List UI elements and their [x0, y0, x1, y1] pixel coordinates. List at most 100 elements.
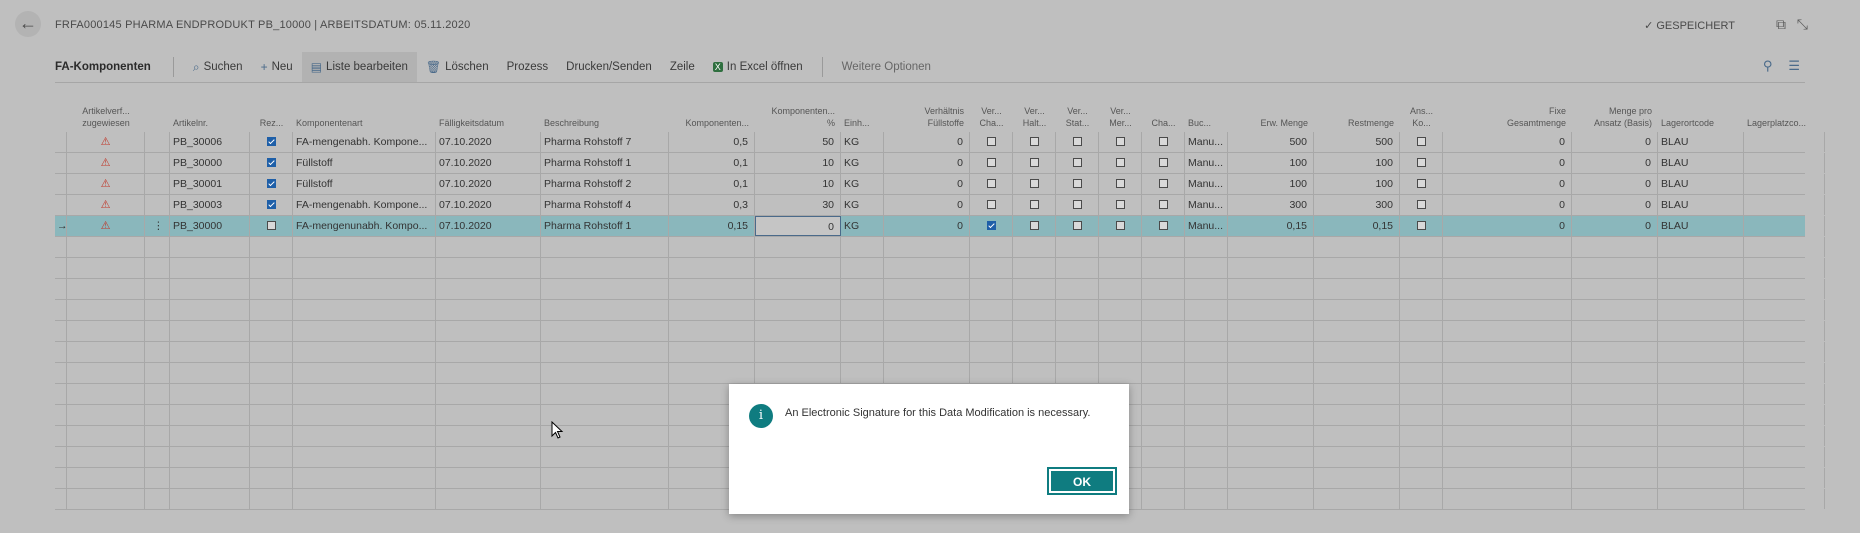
cell-lagerort[interactable]: BLAU [1658, 153, 1744, 173]
cell-faelligkeit[interactable]: 07.10.2020 [436, 132, 541, 152]
checkbox[interactable] [986, 157, 996, 167]
cell-buc[interactable]: Manu... [1185, 132, 1228, 152]
cell-komponenten[interactable]: 0,15 [669, 216, 755, 236]
column-header-komponenten[interactable]: Komponenten... [669, 98, 755, 132]
cell-beschreibung[interactable]: Pharma Rohstoff 1 [541, 153, 669, 173]
back-button[interactable]: ← [15, 11, 41, 37]
table-row[interactable]: ⚠ PB_30003 FA-mengenabh. Kompone... 07.10.2… [55, 195, 1825, 216]
column-header-ans-ko[interactable]: Ans... Ko... [1400, 98, 1443, 132]
cell-menge-pro[interactable]: 0 [1572, 195, 1658, 215]
column-header-einh[interactable]: Einh... [841, 98, 884, 132]
column-header-ver-stat[interactable]: Ver... Stat... [1056, 98, 1099, 132]
cell-ver-halt[interactable] [1013, 174, 1056, 194]
checkbox[interactable] [1158, 199, 1168, 209]
checkbox[interactable] [1029, 178, 1039, 188]
cell-rez[interactable] [250, 195, 293, 215]
cell-artikelnr[interactable]: PB_30003 [170, 195, 250, 215]
empty-row[interactable] [55, 258, 1825, 279]
cell-komponentenart[interactable]: FA-mengenabh. Kompone... [293, 132, 436, 152]
cell-einh[interactable]: KG [841, 195, 884, 215]
checkbox[interactable] [1416, 157, 1426, 167]
empty-row[interactable] [55, 237, 1825, 258]
cell-komp-pct[interactable]: 50 [755, 132, 841, 152]
filter-icon[interactable]: ⚲ [1763, 58, 1773, 73]
cell-erw-menge[interactable]: 100 [1228, 153, 1314, 173]
cell-cha[interactable] [1142, 195, 1185, 215]
checkbox[interactable] [1115, 199, 1125, 209]
cell-komp-pct[interactable]: 10 [755, 153, 841, 173]
cell-ans-ko[interactable] [1400, 216, 1443, 236]
cell-komponenten[interactable]: 0,5 [669, 132, 755, 152]
cell-komponenten[interactable]: 0,1 [669, 153, 755, 173]
column-header-restmenge[interactable]: Restmenge [1314, 98, 1400, 132]
cell-ver-stat[interactable] [1056, 216, 1099, 236]
cell-lagerplatz[interactable] [1744, 195, 1825, 215]
cell-ver-cha[interactable] [970, 174, 1013, 194]
cell-einh[interactable]: KG [841, 216, 884, 236]
cell-restmenge[interactable]: 500 [1314, 132, 1400, 152]
cell-komponentenart[interactable]: FA-mengenabh. Kompone... [293, 195, 436, 215]
cell-ver-halt[interactable] [1013, 216, 1056, 236]
cell-komponentenart[interactable]: Füllstoff [293, 174, 436, 194]
cell-verhaeltnis[interactable]: 0 [884, 216, 970, 236]
cell-buc[interactable]: Manu... [1185, 216, 1228, 236]
column-header-artikelverf[interactable]: Artikelverf... zugewiesen [67, 98, 145, 132]
cell-ver-cha[interactable] [970, 195, 1013, 215]
cell-rez[interactable] [250, 132, 293, 152]
checkbox[interactable] [1416, 199, 1426, 209]
cell-rez[interactable] [250, 216, 293, 236]
cell-restmenge[interactable]: 0,15 [1314, 216, 1400, 236]
table-row[interactable]: ⚠ PB_30000 Füllstoff 07.10.2020 Pharma Rohst… [55, 153, 1825, 174]
cell-lagerplatz[interactable] [1744, 132, 1825, 152]
cell-ver-stat[interactable] [1056, 195, 1099, 215]
empty-row[interactable] [55, 279, 1825, 300]
cell-menu[interactable] [145, 195, 170, 215]
cell-komponentenart[interactable]: FA-mengenunabh. Kompo... [293, 216, 436, 236]
checkbox[interactable] [1158, 136, 1168, 146]
cell-artikelverf[interactable]: ⚠ [67, 195, 145, 215]
edit-list-button[interactable]: ▤ Liste bearbeiten [301, 52, 417, 82]
checkbox[interactable] [1115, 220, 1125, 230]
empty-row[interactable] [55, 321, 1825, 342]
checkbox[interactable] [986, 220, 996, 230]
cell-buc[interactable]: Manu... [1185, 153, 1228, 173]
cell-mark[interactable] [55, 132, 67, 152]
cell-lagerort[interactable]: BLAU [1658, 216, 1744, 236]
table-row[interactable]: ⚠ PB_30001 Füllstoff 07.10.2020 Pharma Rohst… [55, 174, 1825, 195]
cell-ver-stat[interactable] [1056, 132, 1099, 152]
cell-ans-ko[interactable] [1400, 195, 1443, 215]
cell-beschreibung[interactable]: Pharma Rohstoff 7 [541, 132, 669, 152]
checkbox[interactable] [1158, 178, 1168, 188]
column-header-komponentenart[interactable]: Komponentenart [293, 98, 436, 132]
cell-verhaeltnis[interactable]: 0 [884, 153, 970, 173]
cell-lagerplatz[interactable] [1744, 174, 1825, 194]
cell-faelligkeit[interactable]: 07.10.2020 [436, 153, 541, 173]
cell-lagerort[interactable]: BLAU [1658, 132, 1744, 152]
cell-rez[interactable] [250, 153, 293, 173]
table-row[interactable]: → ⚠ ⋮ PB_30000 FA-mengenunabh. Kompo... 07.10… [55, 216, 1825, 237]
cell-fixe[interactable]: 0 [1443, 153, 1572, 173]
cell-komponenten[interactable]: 0,3 [669, 195, 755, 215]
checkbox[interactable] [266, 199, 276, 209]
checkbox[interactable] [1029, 157, 1039, 167]
list-view-icon[interactable]: ☰ [1788, 58, 1800, 73]
cell-einh[interactable]: KG [841, 132, 884, 152]
cell-beschreibung[interactable]: Pharma Rohstoff 4 [541, 195, 669, 215]
column-header-cha[interactable]: Cha... [1142, 98, 1185, 132]
column-header-lagerort[interactable]: Lagerortcode [1658, 98, 1744, 132]
cell-mark[interactable] [55, 195, 67, 215]
print-send-menu[interactable]: Drucken/Senden [557, 52, 661, 82]
checkbox[interactable] [266, 178, 276, 188]
column-header-ver-cha[interactable]: Ver... Cha... [970, 98, 1013, 132]
cell-artikelverf[interactable]: ⚠ [67, 153, 145, 173]
cell-ver-stat[interactable] [1056, 174, 1099, 194]
collapse-icon[interactable]: ⤡ [1797, 16, 1808, 33]
cell-ans-ko[interactable] [1400, 174, 1443, 194]
cell-artikelverf[interactable]: ⚠ [67, 174, 145, 194]
row-menu-icon[interactable]: ⋮ [145, 216, 170, 236]
column-header-buc[interactable]: Buc... [1185, 98, 1228, 132]
column-header-lagerplatz[interactable]: Lagerplatzco... [1744, 98, 1825, 132]
cell-menge-pro[interactable]: 0 [1572, 132, 1658, 152]
cell-fixe[interactable]: 0 [1443, 174, 1572, 194]
checkbox[interactable] [986, 178, 996, 188]
